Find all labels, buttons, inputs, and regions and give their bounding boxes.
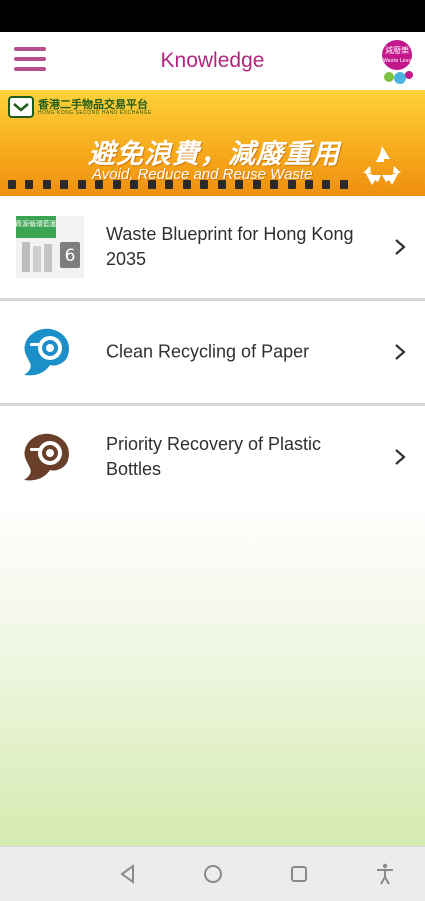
promo-banner[interactable]: 香港二手物品交易平台 HONG KONG SECOND HAND EXCHANG… [0,90,425,196]
chevron-right-icon [395,344,406,360]
paper-recycling-icon [24,328,70,376]
plastic-bottle-recycling-icon [24,433,70,481]
list-item-label: Clean Recycling of Paper [106,341,310,362]
content-background [0,500,425,846]
banner-org-name-en: HONG KONG SECOND HAND EXCHANGE [38,110,152,116]
system-nav-bar [0,846,425,901]
list-item-paper-recycling[interactable]: Clean Recycling of Paper [0,301,425,406]
svg-text:資源循環藍圖: 資源循環藍圖 [16,219,57,228]
list-item-plastic-bottles[interactable]: Priority Recovery of Plastic Bottles [0,406,425,511]
svg-text:Waste Less: Waste Less [383,58,411,64]
svg-text:減廢樂: 減廢樂 [385,45,409,55]
platform-logo-icon [8,96,34,118]
svg-text:6: 6 [65,246,76,266]
recents-icon[interactable] [287,862,311,886]
blueprint-cover-icon: 資源循環藍圖 6 [16,216,84,278]
home-icon[interactable] [201,862,225,886]
waste-less-logo: 減廢樂 Waste Less [382,40,413,84]
knowledge-list: 資源循環藍圖 6 Waste Blueprint for Hong Kong 2… [0,196,425,511]
list-item-label: Waste Blueprint for Hong Kong 2035 [106,224,354,269]
back-icon[interactable] [116,862,140,886]
menu-icon[interactable] [14,47,46,75]
status-bar [0,0,425,32]
recycle-icon [363,146,401,185]
app-bar: Knowledge 減廢樂 Waste Less [0,32,425,90]
page-title: Knowledge [160,49,265,72]
chevron-right-icon [395,239,406,255]
chevron-right-icon [395,449,406,465]
list-item-waste-blueprint[interactable]: 資源循環藍圖 6 Waste Blueprint for Hong Kong 2… [0,196,425,301]
accessibility-icon[interactable] [373,862,397,886]
list-item-label: Priority Recovery of Plastic Bottles [106,434,322,479]
banner-item-icons [8,180,348,192]
